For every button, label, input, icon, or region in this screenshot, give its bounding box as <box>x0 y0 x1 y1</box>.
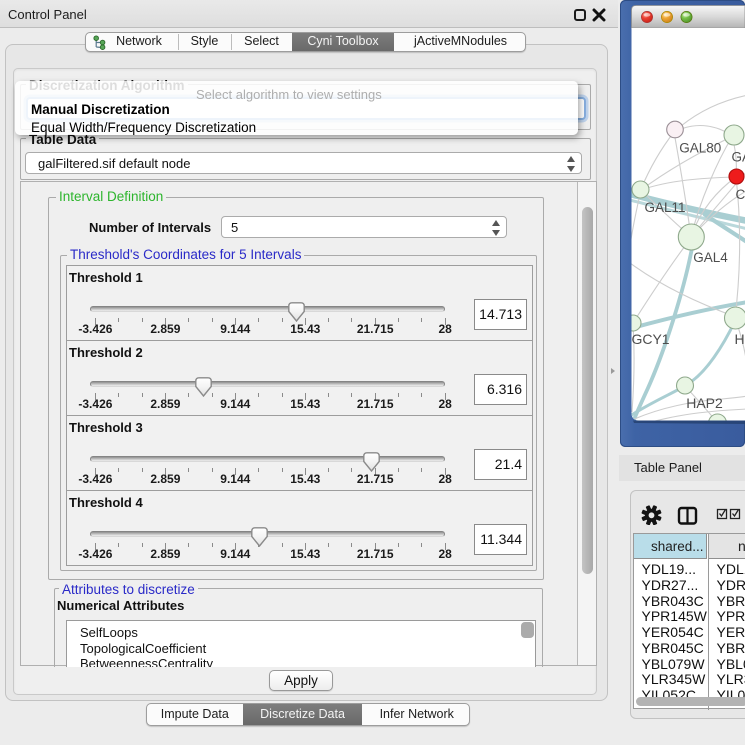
svg-text:GCY1: GCY1 <box>631 331 669 347</box>
svg-text:CD: CD <box>736 187 745 202</box>
svg-text:GAL80: GAL80 <box>679 141 721 156</box>
svg-text:GAL11: GAL11 <box>644 200 685 215</box>
svg-text:GAL7: GAL7 <box>732 150 745 165</box>
svg-text:HI: HI <box>735 331 745 347</box>
svg-text:HAP2: HAP2 <box>686 395 723 411</box>
svg-text:GAL4: GAL4 <box>693 250 728 265</box>
